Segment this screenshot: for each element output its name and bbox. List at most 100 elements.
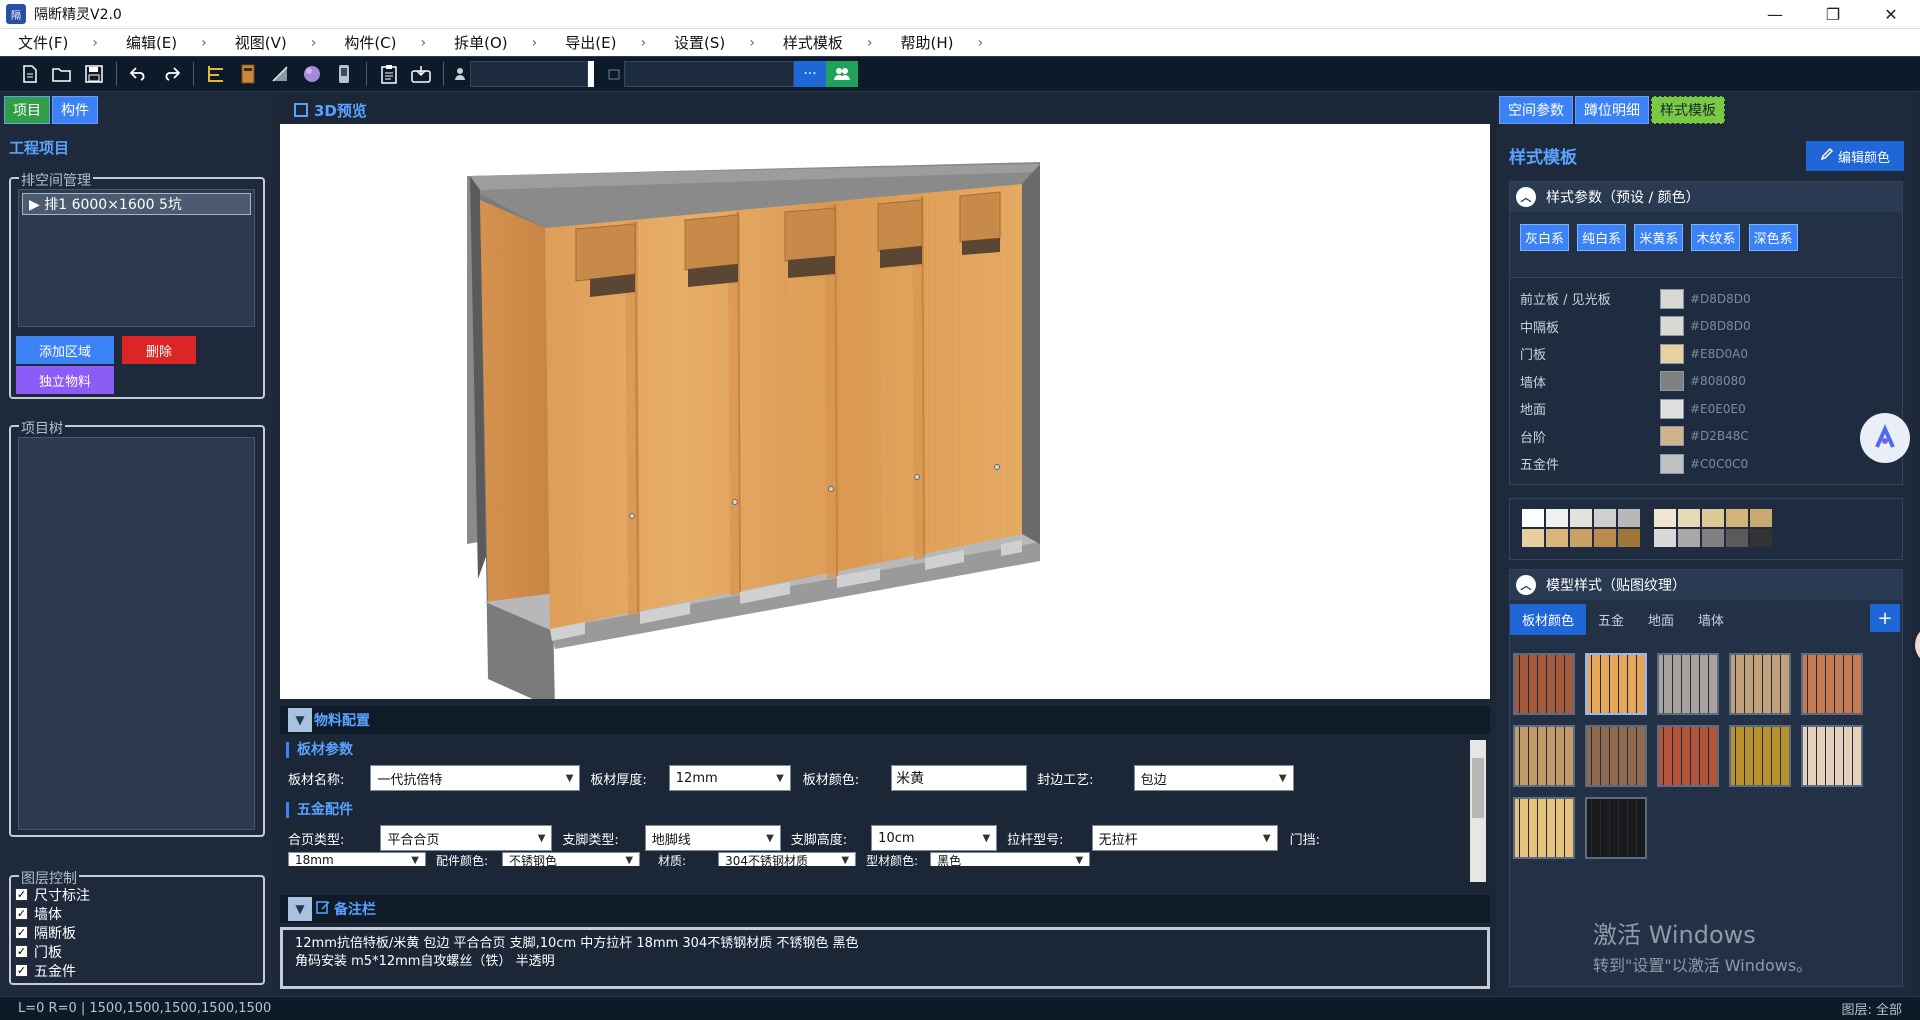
checkbox-icon[interactable]: ✓ [15, 945, 28, 958]
board-color-input[interactable]: 米黄 [891, 765, 1028, 791]
add-texture-button[interactable]: + [1870, 604, 1900, 632]
clipboard-icon[interactable] [373, 60, 405, 88]
color-row[interactable]: 地面 #E0E0E0 [1510, 395, 1902, 423]
foot-height-select[interactable]: 10cm ▼ [871, 825, 998, 851]
texture-tile[interactable] [1657, 653, 1719, 715]
size-select[interactable]: 18mm ▼ [288, 852, 426, 866]
accessory-color-select[interactable]: 不锈钢色 ▼ [502, 852, 641, 866]
color-row[interactable]: 台阶 #D2B48C [1510, 423, 1902, 451]
menu-help[interactable]: 帮助(H) [883, 32, 966, 53]
palette-swatch[interactable] [1678, 509, 1700, 527]
palette-swatch[interactable] [1750, 509, 1772, 527]
menu-export[interactable]: 导出(E) [547, 32, 628, 53]
palette-swatch[interactable] [1522, 529, 1544, 547]
preset-dark[interactable]: 深色系 [1748, 224, 1798, 251]
checkbox-icon[interactable]: ✓ [15, 964, 28, 977]
collapse-arrow-icon[interactable]: ▼ [288, 897, 312, 921]
close-button[interactable]: ✕ [1862, 0, 1920, 28]
collapse-arrow-icon[interactable]: ▼ [288, 708, 312, 732]
layer-checkbox-door[interactable]: ✓ 门板 [15, 942, 263, 961]
collapse-up-icon[interactable]: ︿ [1516, 187, 1536, 207]
tab-project[interactable]: 项目 [4, 96, 50, 124]
color-row[interactable]: 前立板 / 见光板 #D8D8D0 [1510, 285, 1902, 313]
delete-button[interactable]: 删除 [122, 336, 196, 364]
minimize-button[interactable]: — [1746, 0, 1804, 28]
notes-textarea[interactable]: 12mm抗倍特板/米黄 包边 平合合页 支脚,10cm 中方拉杆 18mm 30… [280, 927, 1490, 989]
new-file-icon[interactable] [14, 60, 46, 88]
palette-swatch[interactable] [1750, 529, 1772, 547]
save-icon[interactable] [78, 60, 110, 88]
avatar[interactable] [1915, 625, 1920, 665]
project-tree[interactable] [18, 437, 255, 830]
color-row[interactable]: 墙体 #808080 [1510, 368, 1902, 396]
slash-panel-icon[interactable] [264, 60, 296, 88]
color-swatch[interactable] [1660, 343, 1684, 364]
color-row[interactable]: 五金件 #C0C0C0 [1510, 450, 1902, 478]
sphere-icon[interactable] [296, 60, 328, 88]
layer-checkbox-wall[interactable]: ✓ 墙体 [15, 904, 263, 923]
texture-tab-hardware[interactable]: 五金 [1586, 604, 1636, 635]
texture-tile[interactable] [1657, 725, 1719, 787]
tab-component[interactable]: 构件 [52, 96, 98, 124]
menu-component[interactable]: 构件(C) [326, 32, 408, 53]
menu-file[interactable]: 文件(F) [0, 32, 80, 53]
palette-swatch[interactable] [1594, 529, 1616, 547]
palette-swatch[interactable] [1546, 529, 1568, 547]
pull-bar-select[interactable]: 无拉杆 ▼ [1091, 825, 1278, 851]
3d-viewport[interactable] [280, 124, 1490, 699]
edge-process-select[interactable]: 包边 ▼ [1133, 765, 1294, 791]
color-swatch[interactable] [1660, 398, 1684, 419]
color-swatch[interactable] [1660, 371, 1684, 392]
checkbox-icon[interactable]: ✓ [15, 888, 28, 901]
layer-checkbox-hardware[interactable]: ✓ 五金件 [15, 961, 263, 980]
color-swatch[interactable] [1660, 316, 1684, 337]
palette-swatch[interactable] [1618, 509, 1640, 527]
menu-split-order[interactable]: 拆单(O) [436, 32, 520, 53]
door-icon[interactable] [232, 60, 264, 88]
texture-tile[interactable] [1801, 725, 1863, 787]
texture-tile[interactable] [1585, 725, 1647, 787]
material-scrollbar[interactable] [1470, 740, 1486, 882]
phone-icon[interactable] [328, 60, 360, 88]
board-thickness-select[interactable]: 12mm ▼ [668, 765, 791, 791]
checkbox-icon[interactable]: ✓ [15, 907, 28, 920]
palette-swatch[interactable] [1678, 529, 1700, 547]
menu-style-template[interactable]: 样式模板 [765, 32, 855, 53]
material-select[interactable]: 304不锈钢材质 ▼ [718, 852, 857, 866]
palette-swatch[interactable] [1570, 509, 1592, 527]
foot-type-select[interactable]: 地脚线 ▼ [644, 825, 781, 851]
palette-swatch[interactable] [1654, 509, 1676, 527]
tab-stall-details[interactable]: 蹲位明细 [1575, 96, 1649, 124]
assistant-float-button[interactable] [1860, 413, 1910, 463]
color-row[interactable]: 中隔板 #D8D8D0 [1510, 313, 1902, 341]
texture-tile[interactable] [1585, 653, 1647, 715]
palette-swatch[interactable] [1522, 509, 1544, 527]
texture-tab-floor[interactable]: 地面 [1636, 604, 1686, 635]
profile-color-select[interactable]: 黑色 ▼ [930, 852, 1091, 866]
board-name-select[interactable]: 一代抗倍特 ▼ [370, 765, 581, 791]
checkbox-icon[interactable]: ✓ [15, 926, 28, 939]
palette-swatch[interactable] [1702, 509, 1724, 527]
layer-checkbox-partition[interactable]: ✓ 隔断板 [15, 923, 263, 942]
preset-pure-white[interactable]: 纯白系 [1577, 224, 1627, 251]
palette-swatch[interactable] [1702, 529, 1724, 547]
texture-tile[interactable] [1729, 725, 1791, 787]
texture-tab-board-color[interactable]: 板材颜色 [1510, 604, 1587, 635]
palette-swatch[interactable] [1618, 529, 1640, 547]
palette-swatch[interactable] [1726, 509, 1748, 527]
date-input[interactable] [624, 61, 794, 87]
add-area-button[interactable]: 添加区域 [16, 336, 114, 364]
menu-edit[interactable]: 编辑(E) [108, 32, 189, 53]
ruler-icon[interactable] [200, 60, 232, 88]
texture-tile[interactable] [1729, 653, 1791, 715]
menu-view[interactable]: 视图(V) [217, 32, 299, 53]
palette-swatch[interactable] [1570, 529, 1592, 547]
user-input[interactable] [470, 61, 588, 87]
preset-wood[interactable]: 木纹系 [1691, 224, 1741, 251]
preset-gray-white[interactable]: 灰白系 [1520, 224, 1570, 251]
palette-swatch[interactable] [1546, 509, 1568, 527]
collapse-up-icon[interactable]: ︿ [1516, 575, 1536, 595]
texture-tile[interactable] [1801, 653, 1863, 715]
row-item[interactable]: ▶ 排1 6000×1600 5坑 [22, 193, 251, 215]
color-swatch[interactable] [1660, 288, 1684, 309]
